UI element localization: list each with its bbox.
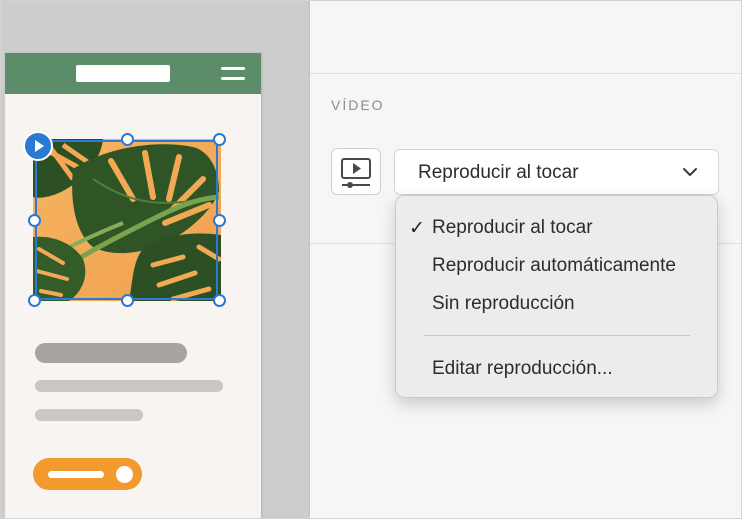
- resize-handle-bottom-left[interactable]: [28, 294, 41, 307]
- resize-handle-bottom-right[interactable]: [213, 294, 226, 307]
- playback-dropdown-menu: ✓ Reproducir al tocar Reproducir automát…: [395, 195, 718, 398]
- resize-handle-right[interactable]: [213, 214, 226, 227]
- app-window: VÍDEO Reproducir al tocar ✓ Reproducir a…: [0, 0, 742, 519]
- video-playback-icon: [341, 158, 371, 188]
- resize-handle-left[interactable]: [28, 214, 41, 227]
- menu-item-label: Sin reproducción: [432, 293, 575, 314]
- video-play-badge[interactable]: [23, 131, 53, 161]
- logo-placeholder: [76, 65, 170, 82]
- play-icon: [35, 140, 44, 152]
- hamburger-menu-icon: [221, 67, 245, 81]
- playback-select[interactable]: Reproducir al tocar: [394, 149, 719, 195]
- text-line-placeholder: [35, 409, 143, 421]
- phone-header: [5, 53, 261, 94]
- resize-handle-bottom[interactable]: [121, 294, 134, 307]
- cta-button-placeholder: [33, 458, 142, 490]
- text-line-placeholder: [35, 380, 223, 392]
- chevron-down-icon: [683, 168, 697, 176]
- resize-handle-top[interactable]: [121, 133, 134, 146]
- menu-item-label: Editar reproducción...: [432, 358, 613, 379]
- resize-handle-top-right[interactable]: [213, 133, 226, 146]
- section-title: VÍDEO: [331, 97, 385, 113]
- menu-item-edit-playback[interactable]: Editar reproducción...: [396, 352, 717, 386]
- playback-select-value: Reproducir al tocar: [418, 162, 579, 183]
- checkmark-icon: ✓: [409, 218, 425, 239]
- menu-item-label: Reproducir automáticamente: [432, 255, 676, 276]
- menu-separator: [424, 335, 690, 336]
- menu-item-play-on-tap[interactable]: ✓ Reproducir al tocar: [396, 211, 717, 245]
- menu-item-no-playback[interactable]: Sin reproducción: [396, 287, 717, 321]
- menu-item-autoplay[interactable]: Reproducir automáticamente: [396, 249, 717, 283]
- menu-item-label: Reproducir al tocar: [432, 217, 593, 238]
- divider: [310, 73, 741, 74]
- design-canvas: [1, 1, 310, 518]
- monstera-image: [31, 139, 222, 302]
- selected-image[interactable]: [31, 139, 222, 302]
- video-playback-button[interactable]: [331, 148, 381, 195]
- heading-placeholder: [35, 343, 187, 363]
